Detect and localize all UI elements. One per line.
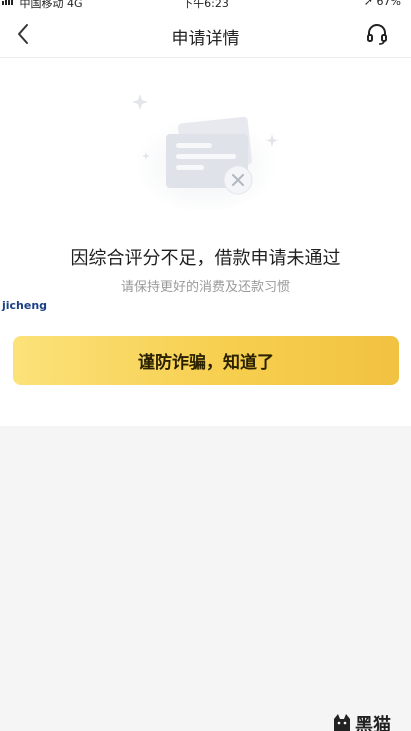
status-time: 下午6:23 (182, 0, 229, 10)
result-title: 因综合评分不足，借款申请未通过 (70, 248, 341, 269)
chevron-left-icon (18, 24, 28, 44)
page-title: 申请详情 (171, 29, 240, 49)
corner-watermark: 黑猫 (329, 709, 411, 731)
watermark-text: jicheng (2, 299, 48, 312)
nav-bar: 申请详情 (0, 10, 411, 58)
rejected-card-icon (132, 94, 278, 211)
corner-watermark-text: 黑猫 (355, 715, 391, 731)
result-panel: 因综合评分不足，借款申请未通过 请保持更好的消费及还款习惯 谨防诈骗，知道了 (0, 58, 411, 426)
headset-icon (367, 24, 387, 45)
battery-percent: 67% (376, 0, 401, 8)
cat-logo-icon (334, 714, 350, 731)
status-bar: 中国移动 4G 下午6:23 ➚ 67% (0, 0, 411, 10)
result-subtitle: 请保持更好的消费及还款习惯 (120, 280, 290, 295)
acknowledge-button[interactable]: 谨防诈骗，知道了 (13, 336, 399, 385)
location-icon: ➚ (363, 0, 374, 8)
customer-service-button[interactable] (363, 20, 391, 48)
back-button[interactable] (8, 18, 38, 50)
status-right: ➚ 67% (364, 0, 401, 8)
